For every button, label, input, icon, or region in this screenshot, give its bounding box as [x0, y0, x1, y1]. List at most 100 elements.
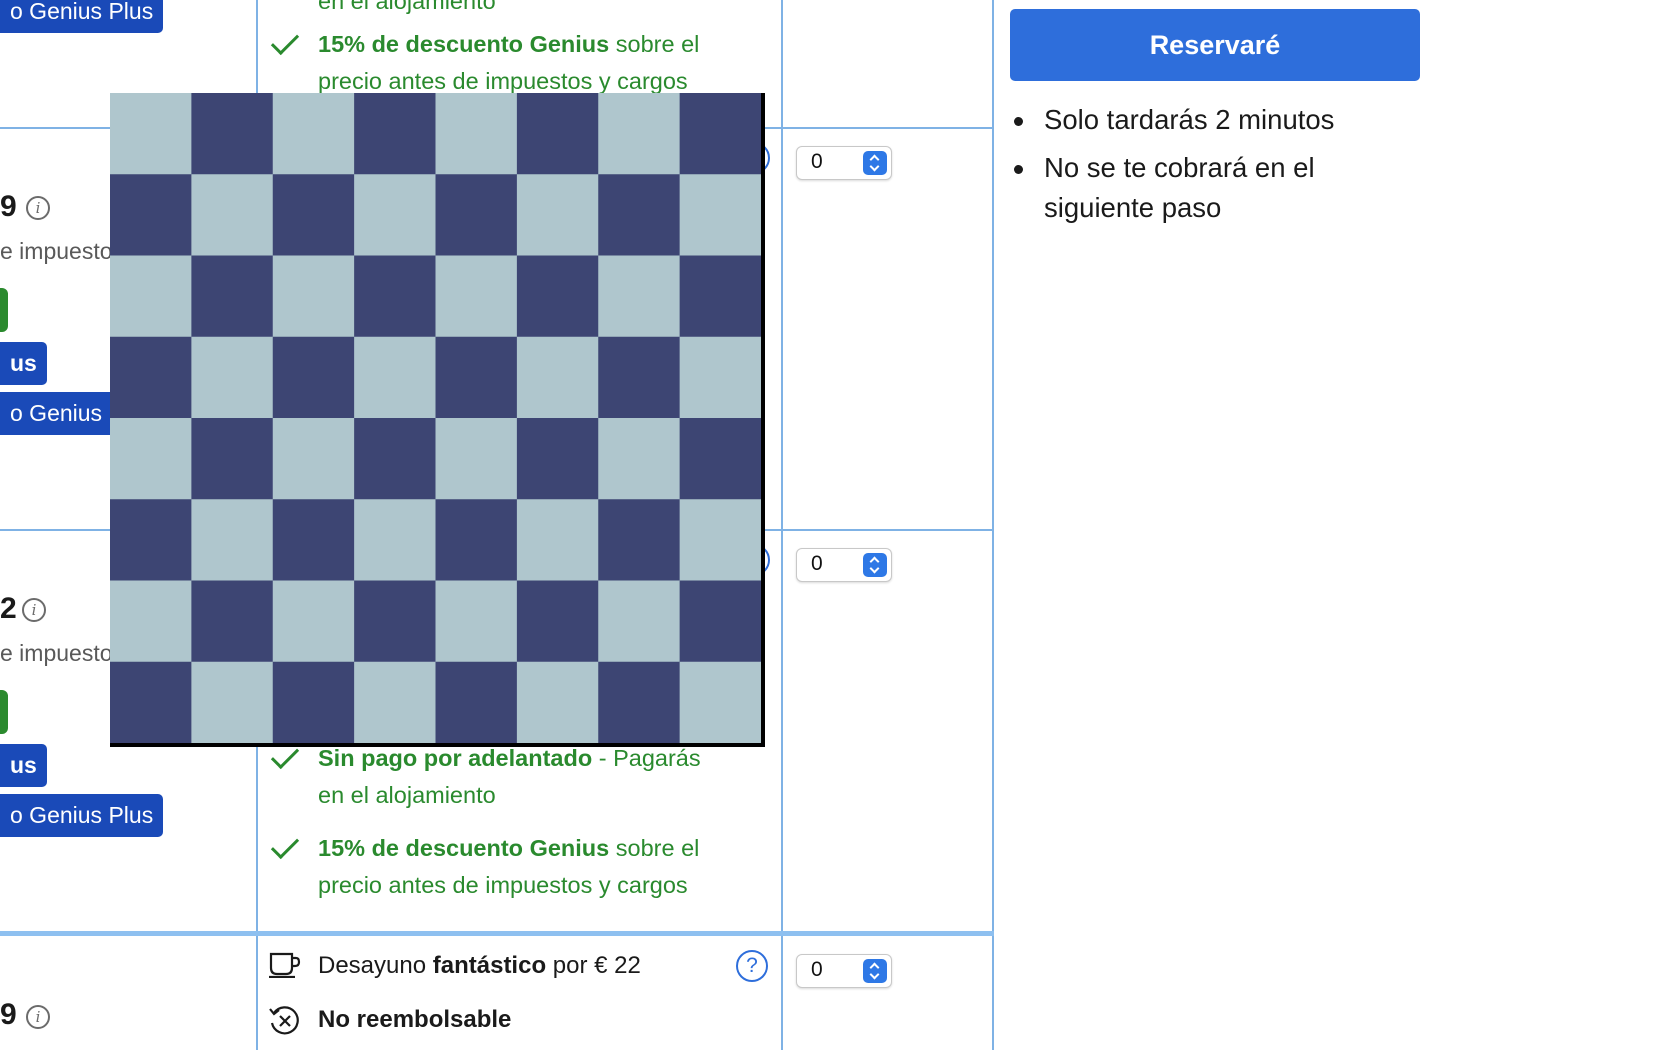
- board-square: [598, 580, 681, 663]
- condition-text: sobre el: [615, 835, 700, 861]
- board-square: [516, 336, 599, 419]
- price-amount: 9: [0, 998, 17, 1031]
- select-value: 0: [811, 958, 823, 981]
- board-square: [354, 174, 437, 257]
- board-square: [272, 499, 355, 582]
- board-square: [110, 499, 192, 582]
- genius-discount-condition: 15% de descuento Genius sobre el precio …: [318, 830, 828, 904]
- genius-discount-condition: 15% de descuento Genius sobre el precio …: [318, 26, 828, 100]
- board-square: [354, 499, 437, 582]
- board-square: [598, 418, 681, 500]
- board-square: [272, 93, 355, 175]
- select-arrows-icon: [863, 151, 887, 175]
- genius-badge: us: [0, 744, 47, 787]
- board-square: [435, 418, 518, 500]
- board-square: [435, 336, 518, 419]
- board-square: [191, 418, 274, 500]
- board-square: [516, 499, 599, 582]
- board-square: [598, 661, 681, 743]
- board-square: [679, 418, 761, 500]
- board-square: [598, 336, 681, 419]
- info-icon[interactable]: i: [26, 196, 50, 220]
- board-square: [354, 93, 437, 175]
- board-square: [191, 174, 274, 257]
- board-square: [598, 499, 681, 582]
- board-square: [435, 93, 518, 175]
- check-icon: [270, 26, 300, 56]
- board-square: [435, 174, 518, 257]
- price-amount: 2: [0, 592, 17, 625]
- breakfast-option: Desayuno fantástico por € 22: [318, 952, 641, 980]
- board-square: [354, 418, 437, 500]
- coffee-cup-icon: [269, 952, 301, 978]
- no-refund-icon: [269, 1006, 299, 1035]
- select-arrows-icon: [863, 959, 887, 983]
- board-square: [679, 174, 761, 257]
- board-square: [110, 336, 192, 419]
- board-square: [679, 93, 761, 175]
- condition-bold: 15% de descuento Genius: [318, 835, 610, 861]
- board-square: [435, 661, 518, 743]
- select-arrows-icon: [863, 553, 887, 577]
- board-square: [679, 580, 761, 663]
- board-square: [272, 661, 355, 743]
- note-item: Solo tardarás 2 minutos: [1010, 100, 1420, 140]
- board-square: [516, 418, 599, 500]
- board-square: [435, 499, 518, 582]
- board-square: [110, 580, 192, 663]
- board-square: [191, 580, 274, 663]
- board-square: [516, 661, 599, 743]
- board-square: [435, 255, 518, 338]
- room-quantity-select[interactable]: 0: [796, 146, 892, 180]
- genius-plus-badge: o Genius Plus: [0, 0, 164, 33]
- condition-text: precio antes de impuestos y cargos: [318, 68, 688, 94]
- help-icon[interactable]: ?: [736, 950, 768, 982]
- board-square: [679, 336, 761, 419]
- board-square: [354, 255, 437, 338]
- board-square: [110, 93, 192, 175]
- board-square: [110, 418, 192, 500]
- tax-note: e impuesto: [0, 640, 113, 666]
- board-square: [679, 661, 761, 743]
- room-quantity-select[interactable]: 0: [796, 954, 892, 988]
- board-square: [272, 580, 355, 663]
- genius-badge: us: [0, 342, 47, 385]
- room-quantity-select[interactable]: 0: [796, 548, 892, 582]
- condition-text: precio antes de impuestos y cargos: [318, 872, 688, 898]
- board-square: [516, 93, 599, 175]
- note-item: No se te cobrará en el siguiente paso: [1010, 148, 1420, 228]
- board-square: [679, 499, 761, 582]
- tax-note: e impuesto: [0, 238, 113, 264]
- board-square: [191, 336, 274, 419]
- board-square: [679, 255, 761, 338]
- board-square: [272, 174, 355, 257]
- board-square: [354, 580, 437, 663]
- info-icon[interactable]: i: [22, 598, 46, 622]
- reserve-button[interactable]: Reservaré: [1010, 9, 1420, 81]
- select-value: 0: [811, 150, 823, 173]
- breakfast-quality: fantástico: [432, 952, 547, 979]
- checkerboard: [110, 93, 761, 743]
- info-icon[interactable]: i: [26, 1005, 50, 1029]
- board-square: [598, 174, 681, 257]
- price-amount: 9: [0, 190, 17, 223]
- deal-badge: [0, 690, 8, 734]
- condition-bold: 15% de descuento Genius: [318, 31, 610, 57]
- board-square: [110, 255, 192, 338]
- condition-bold: Sin pago por adelantado: [318, 745, 593, 771]
- column-divider: [992, 0, 994, 1050]
- breakfast-price: por € 22: [552, 952, 641, 979]
- genius-plus-badge: o Genius Plus: [0, 794, 164, 837]
- board-square: [272, 255, 355, 338]
- checkerboard-overlay: [110, 93, 765, 747]
- board-square: [516, 174, 599, 257]
- board-square: [354, 336, 437, 419]
- condition-text: sobre el: [615, 31, 700, 57]
- no-prepayment-condition: Sin pago por adelantado - Pagarás en el …: [318, 740, 828, 814]
- board-square: [191, 93, 274, 175]
- board-square: [110, 661, 192, 743]
- select-value: 0: [811, 552, 823, 575]
- board-square: [598, 255, 681, 338]
- check-icon: [270, 830, 300, 860]
- non-refundable-label: No reembolsable: [318, 1006, 512, 1033]
